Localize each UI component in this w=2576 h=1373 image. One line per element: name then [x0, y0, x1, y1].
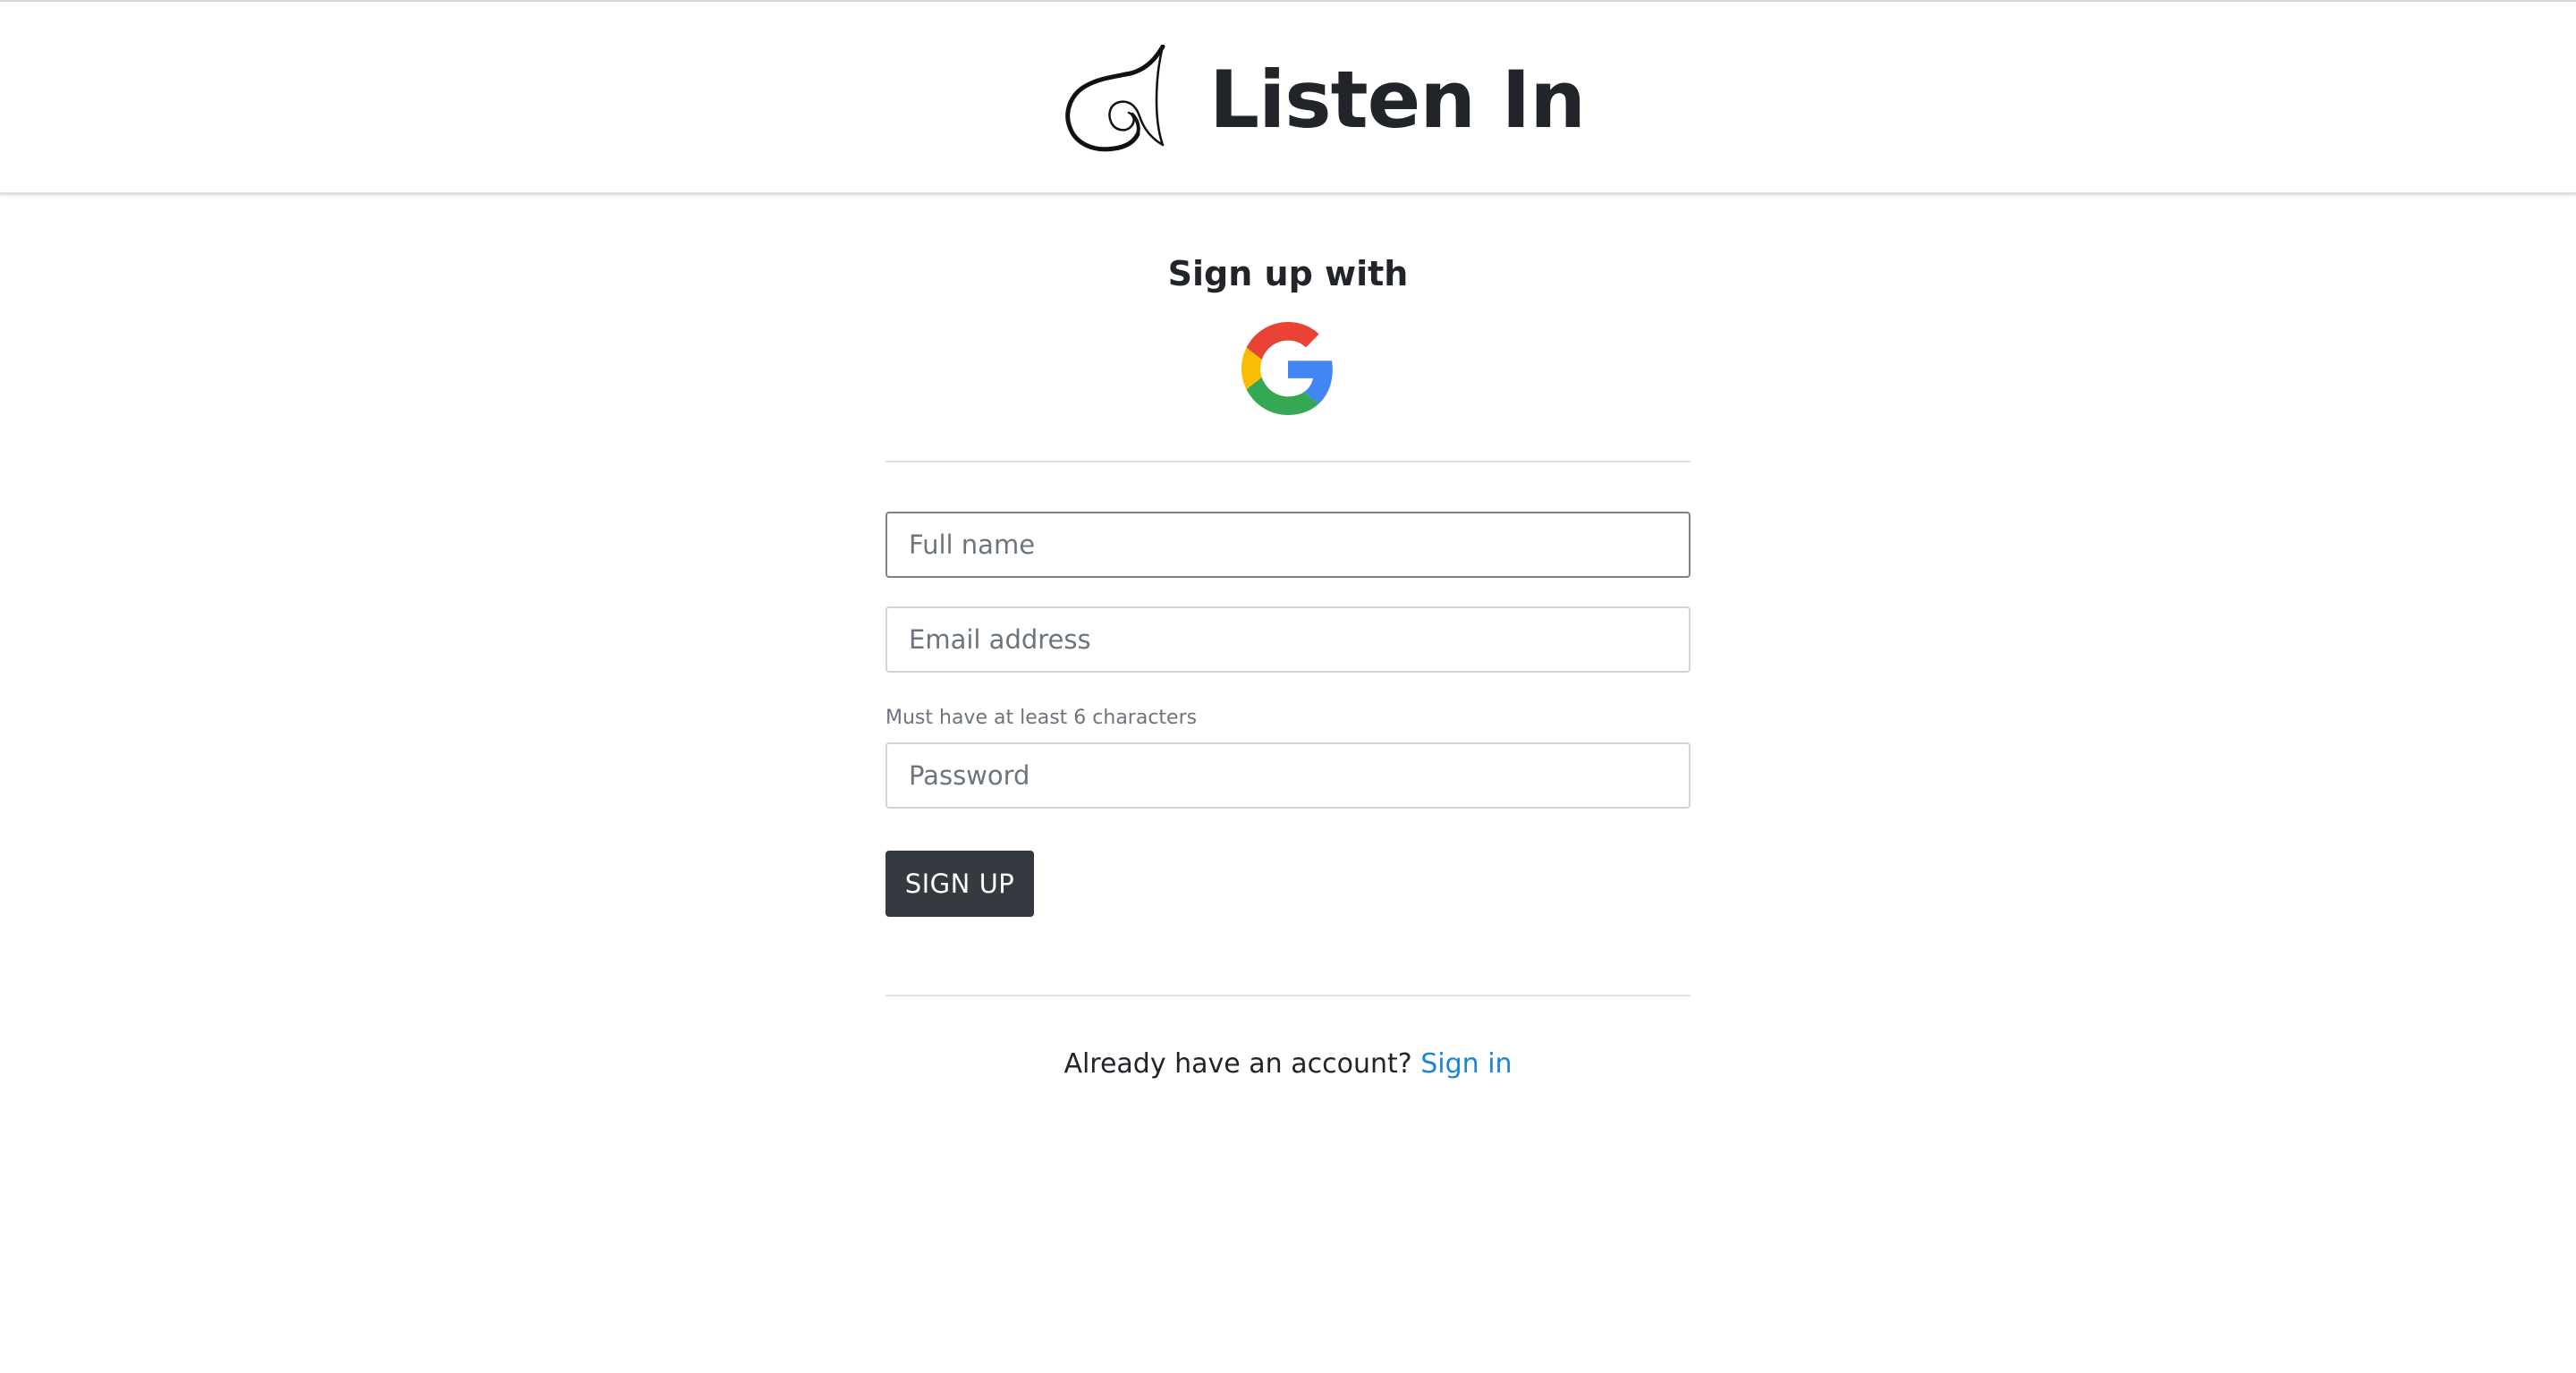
full-name-input[interactable]	[886, 512, 1690, 578]
divider	[886, 995, 1690, 996]
signup-panel: Sign up with Must have at least 6 charac…	[886, 197, 1690, 1091]
signin-prompt-text: Already have an account?	[1063, 1048, 1412, 1080]
password-input[interactable]	[886, 742, 1690, 809]
gramophone-horn-icon[interactable]	[1063, 45, 1170, 156]
sign-in-link[interactable]: Sign in	[1420, 1048, 1512, 1080]
email-input[interactable]	[886, 606, 1690, 673]
divider	[886, 461, 1690, 462]
password-hint: Must have at least 6 characters	[886, 707, 1198, 729]
brand-title[interactable]: Listen In	[1209, 47, 1586, 154]
sign-up-button[interactable]: SIGN UP	[886, 851, 1034, 917]
google-icon[interactable]	[1241, 322, 1335, 415]
signin-prompt: Already have an account? Sign in	[886, 1045, 1690, 1084]
signup-heading: Sign up with	[1167, 254, 1409, 293]
site-header: Listen In	[0, 2, 2576, 195]
